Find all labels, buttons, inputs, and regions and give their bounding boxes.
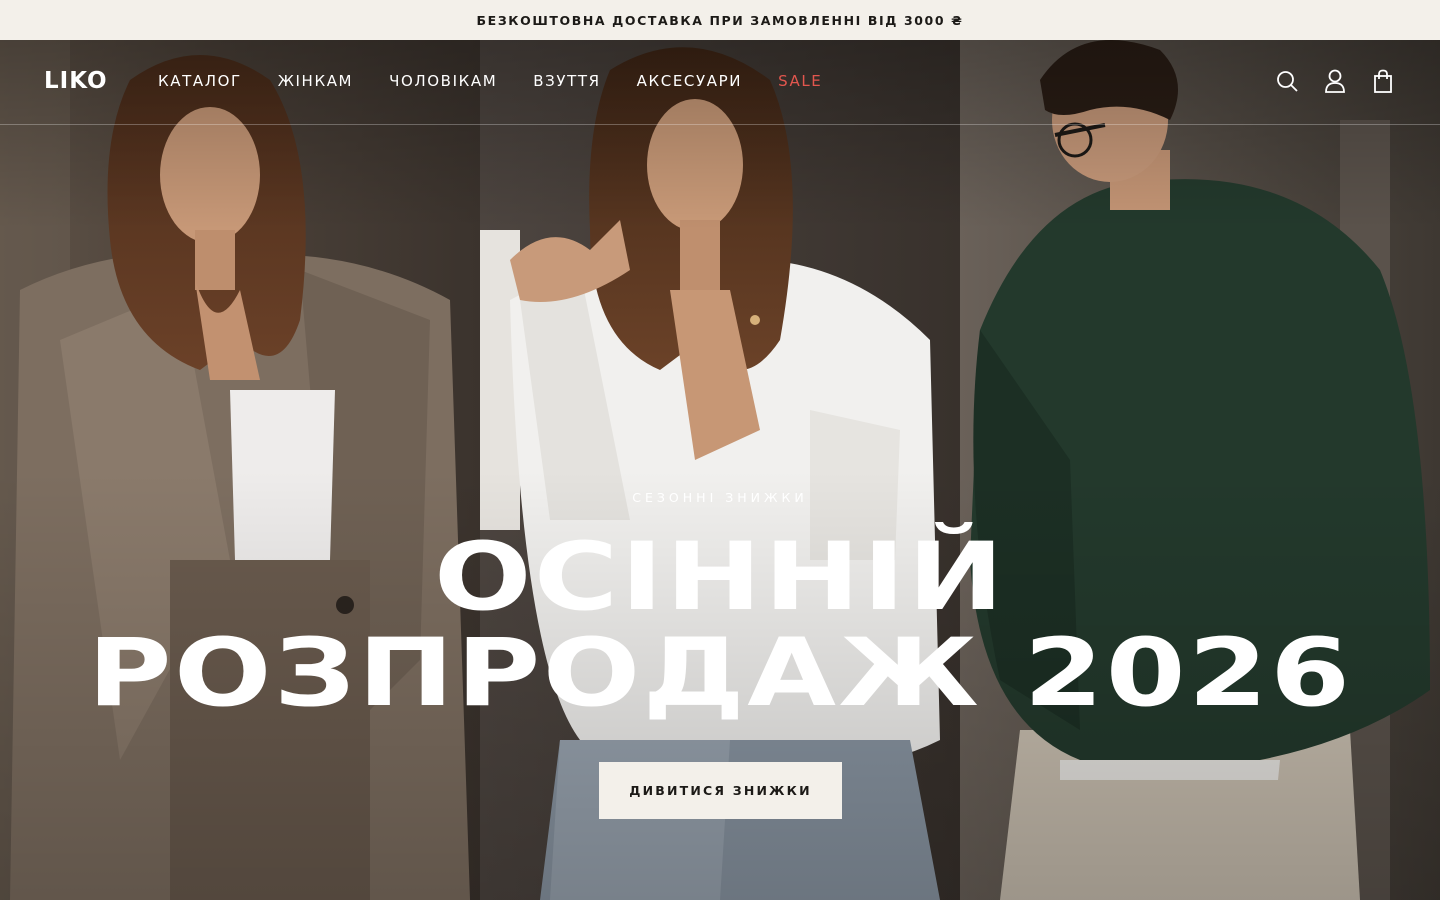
- hero-title-line1: ОСІННІЙ: [433, 523, 1006, 632]
- nav-catalog[interactable]: КАТАЛОГ: [158, 72, 242, 90]
- header-icons: [1276, 66, 1394, 96]
- nav-shoes[interactable]: ВЗУТТЯ: [533, 72, 600, 90]
- hero-title-line2: РОЗПРОДАЖ 2026: [87, 619, 1353, 728]
- hero-kicker: СЕЗОННІ ЗНИЖКИ: [632, 490, 808, 505]
- bag-icon[interactable]: [1372, 66, 1394, 96]
- hero-image-man-sweater: [960, 40, 1440, 900]
- nav-sale[interactable]: SALE: [778, 72, 822, 90]
- hero-image-woman-blazer: [0, 40, 480, 900]
- nav-women[interactable]: ЖІНКАМ: [278, 72, 353, 90]
- nav-accessories[interactable]: АКСЕСУАРИ: [637, 72, 742, 90]
- site-header: LIKO КАТАЛОГ ЖІНКАМ ЧОЛОВІКАМ ВЗУТТЯ АКС…: [0, 40, 1440, 125]
- announcement-bar: БЕЗКОШТОВНА ДОСТАВКА ПРИ ЗАМОВЛЕННІ ВІД …: [0, 0, 1440, 40]
- view-discounts-button[interactable]: ДИВИТИСЯ ЗНИЖКИ: [599, 762, 842, 819]
- main-nav: КАТАЛОГ ЖІНКАМ ЧОЛОВІКАМ ВЗУТТЯ АКСЕСУАР…: [158, 72, 858, 90]
- account-icon[interactable]: [1324, 66, 1346, 96]
- search-icon[interactable]: [1276, 66, 1298, 96]
- logo[interactable]: LIKO: [44, 68, 108, 94]
- nav-men[interactable]: ЧОЛОВІКАМ: [389, 72, 497, 90]
- announcement-text: БЕЗКОШТОВНА ДОСТАВКА ПРИ ЗАМОВЛЕННІ ВІД …: [476, 12, 964, 28]
